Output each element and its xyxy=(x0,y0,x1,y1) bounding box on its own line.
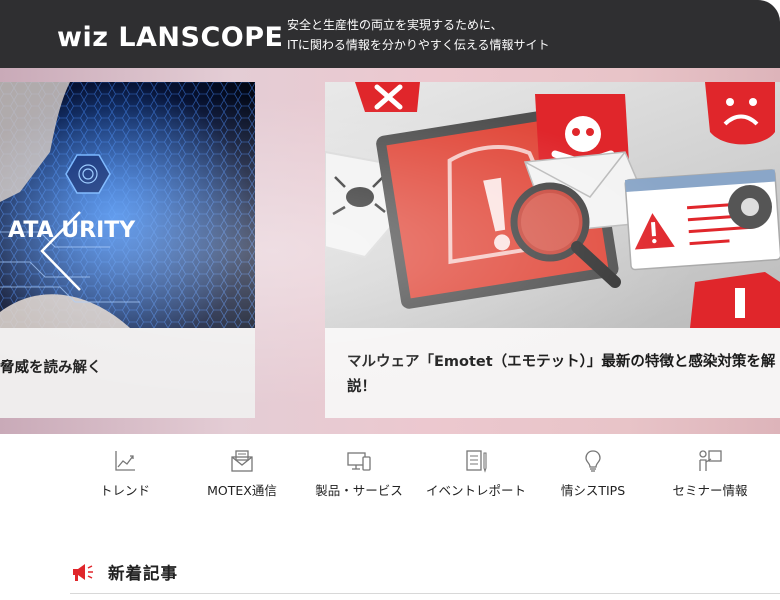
category-event-report[interactable]: イベントレポート xyxy=(421,444,531,504)
tagline-line-1: 安全と生産性の両立を実現するために、 xyxy=(287,18,503,32)
tagline-line-2: ITに関わる情報を分かりやすく伝える情報サイト xyxy=(287,38,550,52)
category-label: 情シスTIPS xyxy=(560,483,626,498)
megaphone-icon xyxy=(73,564,93,581)
category-seminar[interactable]: セミナー情報 xyxy=(655,444,765,504)
category-products[interactable]: 製品・サービス xyxy=(304,444,414,504)
featured-carousel: ATA URITY 脅威を読み解く マルウェア「Emotet（エモテット）」最新… xyxy=(0,68,780,434)
presenter-icon xyxy=(699,450,722,471)
category-nav: トレンド MOTEX通信 製品・サービス イベントレポート 情シスTIPS セミ… xyxy=(70,444,780,504)
envelope-icon xyxy=(231,450,253,472)
slide-caption-text: マルウェア「Emotet（エモテット）」最新の特徴と感染対策を解説！ xyxy=(347,354,776,395)
site-header: wiz LANSCOPE 安全と生産性の両立を実現するために、 ITに関わる情報… xyxy=(0,0,780,68)
malware-illustration xyxy=(325,82,780,328)
site-tagline: 安全と生産性の両立を実現するために、 ITに関わる情報を分かりやすく伝える情報サ… xyxy=(287,15,587,55)
category-label: イベントレポート xyxy=(425,483,526,498)
slide-image-malware xyxy=(325,82,780,328)
slide-caption: 脅威を読み解く xyxy=(0,328,255,418)
slide-caption: マルウェア「Emotet（エモテット）」最新の特徴と感染対策を解説！ xyxy=(325,328,780,418)
trend-chart-icon xyxy=(115,451,135,471)
category-it-tips[interactable]: 情シスTIPS xyxy=(538,444,648,504)
report-pen-icon xyxy=(466,450,487,473)
devices-icon xyxy=(347,452,371,471)
category-label: MOTEX通信 xyxy=(207,483,277,498)
section-title-text: 新着記事 xyxy=(108,564,178,583)
category-motex-news[interactable]: MOTEX通信 xyxy=(187,444,297,504)
category-trend[interactable]: トレンド xyxy=(70,444,180,504)
carousel-prev-button[interactable] xyxy=(36,208,88,294)
category-label: トレンド xyxy=(99,483,150,498)
category-label: セミナー情報 xyxy=(672,483,748,498)
lightbulb-icon xyxy=(585,450,601,472)
carousel-slide-current[interactable]: マルウェア「Emotet（エモテット）」最新の特徴と感染対策を解説！ xyxy=(325,82,780,418)
site-logo[interactable]: wiz LANSCOPE xyxy=(57,22,283,54)
section-heading-new-articles: 新着記事 xyxy=(70,558,780,594)
slide-caption-text: 脅威を読み解く xyxy=(0,360,102,376)
category-label: 製品・サービス xyxy=(315,483,403,498)
sad-face-icon xyxy=(705,82,775,145)
chevron-left-icon xyxy=(40,211,81,291)
